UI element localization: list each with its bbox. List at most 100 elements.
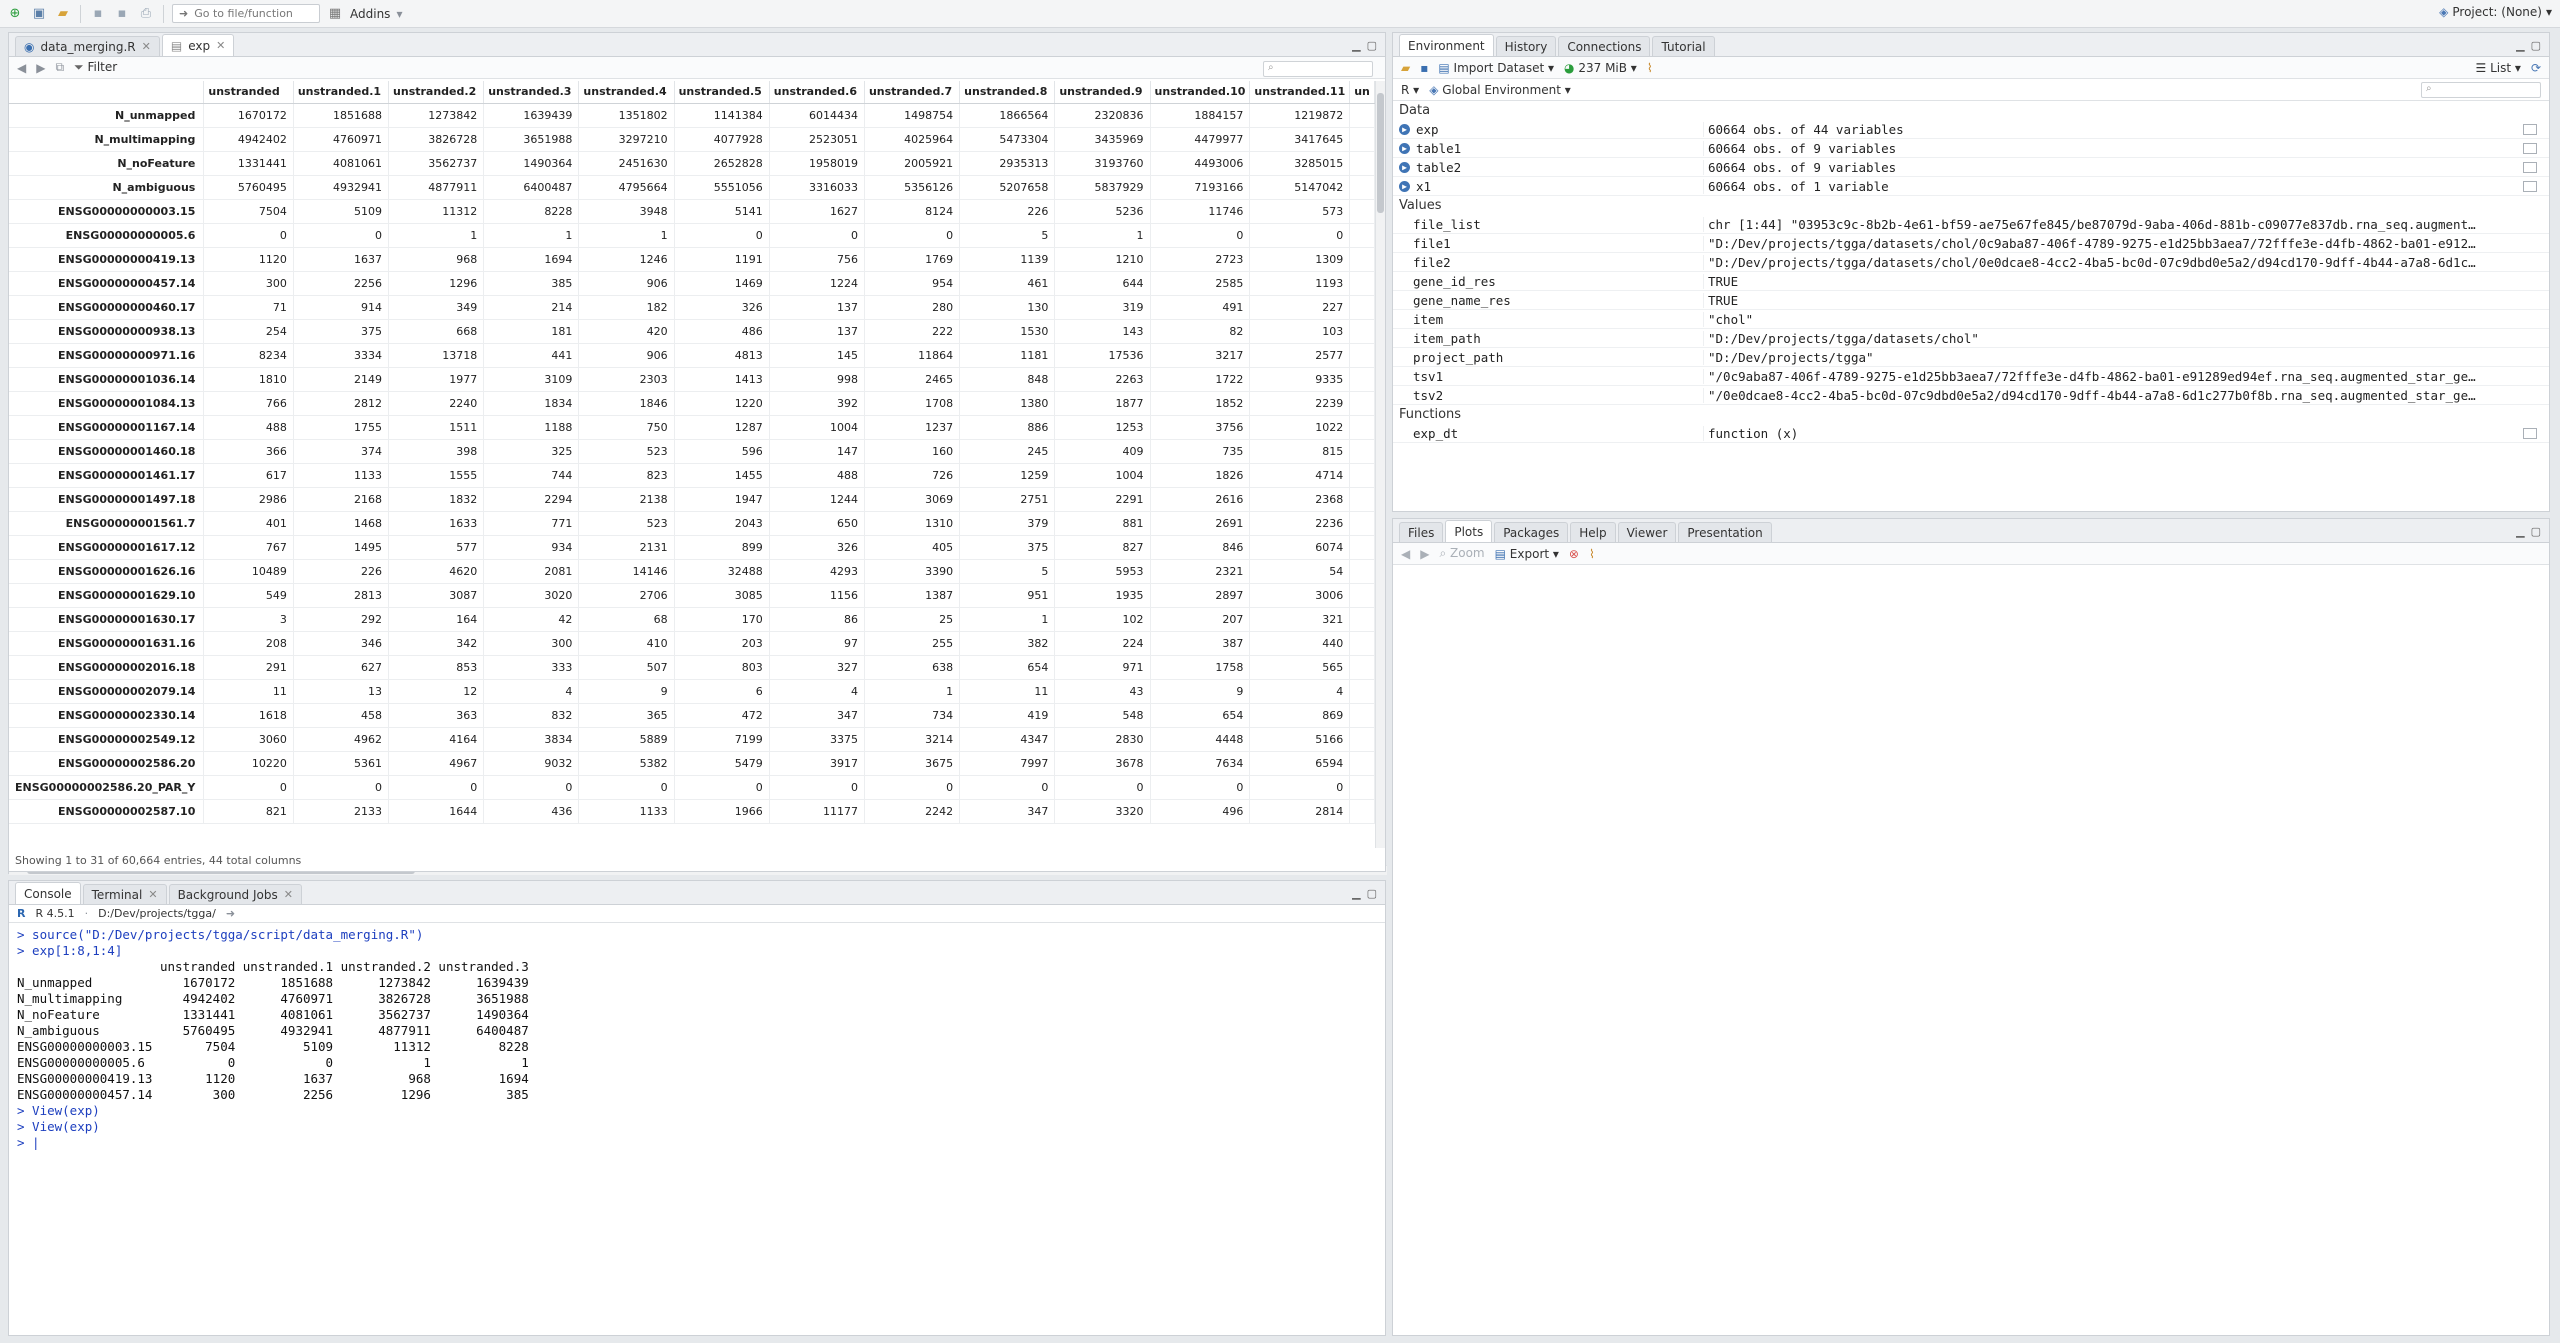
export-button[interactable]: ▤ Export ▾ bbox=[1495, 547, 1559, 561]
tab-console[interactable]: Console bbox=[15, 882, 81, 904]
column-header[interactable]: unstranded.5 bbox=[674, 81, 770, 104]
minimize-icon[interactable]: ▁ bbox=[2516, 39, 2524, 52]
environment-row[interactable]: gene_id_res TRUE bbox=[1393, 272, 2549, 291]
environment-row[interactable]: gene_name_res TRUE bbox=[1393, 291, 2549, 310]
environment-row[interactable]: file1 "D:/Dev/projects/tgga/datasets/chol… bbox=[1393, 234, 2549, 253]
view-data-icon[interactable] bbox=[2523, 142, 2537, 154]
scroll-thumb[interactable] bbox=[1377, 93, 1384, 213]
tab-tutorial[interactable]: Tutorial bbox=[1652, 36, 1715, 56]
tab-exp[interactable]: ▤ exp ✕ bbox=[161, 34, 235, 56]
broom-icon[interactable]: ⌇ bbox=[1647, 61, 1653, 75]
tab-history[interactable]: History bbox=[1495, 36, 1557, 56]
view-mode-menu[interactable]: ☰ List ▾ bbox=[2476, 61, 2521, 75]
environment-row[interactable]: project_path "D:/Dev/projects/tgga" bbox=[1393, 348, 2549, 367]
close-icon[interactable]: ✕ bbox=[216, 39, 225, 52]
tab-data-merging-r[interactable]: ◉ data_merging.R ✕ bbox=[15, 36, 160, 56]
view-data-icon[interactable] bbox=[2523, 123, 2537, 135]
tab-viewer[interactable]: Viewer bbox=[1617, 522, 1677, 542]
popout-icon[interactable]: ⧉ bbox=[55, 60, 64, 75]
environment-row[interactable]: item_path "D:/Dev/projects/tgga/datasets/… bbox=[1393, 329, 2549, 348]
scope-menu[interactable]: ◈ Global Environment ▾ bbox=[1429, 83, 1571, 97]
close-icon[interactable]: ✕ bbox=[284, 888, 293, 901]
grid-search-input[interactable]: ⌕ bbox=[1263, 61, 1373, 77]
close-icon[interactable]: ✕ bbox=[142, 40, 151, 53]
new-file-icon[interactable]: ⊕ bbox=[6, 5, 24, 23]
column-header[interactable]: unstranded.10 bbox=[1150, 81, 1251, 104]
environment-row[interactable]: exp_dt function (x) bbox=[1393, 424, 2549, 443]
tab-connections[interactable]: Connections bbox=[1558, 36, 1651, 56]
column-header[interactable]: unstranded.9 bbox=[1054, 81, 1151, 104]
environment-row[interactable]: tsv2 "/0e0dcae8-4cc2-4ba5-bc0d-07c9dbd0e5… bbox=[1393, 386, 2549, 405]
expand-icon[interactable]: ▶ bbox=[1399, 142, 1410, 154]
zoom-button[interactable]: ⌕ Zoom bbox=[1439, 546, 1484, 561]
environment-row[interactable]: ▶ x1 60664 obs. of 1 variable bbox=[1393, 177, 2549, 196]
goto-dir-icon[interactable]: ➜ bbox=[226, 907, 235, 920]
tab-plots[interactable]: Plots bbox=[1445, 520, 1493, 542]
tab-background-jobs[interactable]: Background Jobs ✕ bbox=[168, 884, 302, 904]
save-all-icon[interactable]: ▪ bbox=[113, 5, 131, 23]
column-header[interactable]: unstranded.8 bbox=[959, 81, 1056, 104]
save-workspace-icon[interactable]: ▪ bbox=[1420, 61, 1428, 75]
broom-icon[interactable]: ⌇ bbox=[1589, 547, 1595, 561]
minimize-icon[interactable]: ▁ bbox=[1352, 39, 1360, 52]
environment-row[interactable]: file_list chr [1:44] "03953c9c-8b2b-4e61-… bbox=[1393, 215, 2549, 234]
tab-presentation[interactable]: Presentation bbox=[1678, 522, 1772, 542]
environment-row[interactable]: tsv1 "/0c9aba87-406f-4789-9275-e1d25bb3ae… bbox=[1393, 367, 2549, 386]
row-name-header[interactable] bbox=[9, 81, 205, 104]
column-header[interactable]: unstranded.6 bbox=[769, 81, 865, 104]
tab-files[interactable]: Files bbox=[1399, 522, 1444, 542]
tab-terminal[interactable]: Terminal ✕ bbox=[82, 884, 167, 904]
vertical-scrollbar[interactable] bbox=[1375, 81, 1385, 865]
project-menu[interactable]: ◈ Project: (None) ▾ bbox=[2439, 5, 2552, 19]
forward-icon[interactable]: ▶ bbox=[36, 61, 45, 75]
refresh-icon[interactable]: ⟳ bbox=[2531, 61, 2541, 75]
grid-layout-icon[interactable]: ▦ bbox=[326, 5, 344, 23]
column-header[interactable]: unstranded.4 bbox=[578, 81, 675, 104]
expand-icon[interactable]: ▶ bbox=[1399, 180, 1410, 192]
column-header[interactable]: unstranded.11 bbox=[1249, 81, 1351, 104]
tab-environment[interactable]: Environment bbox=[1399, 34, 1494, 56]
filter-button[interactable]: ⏷ Filter bbox=[74, 60, 117, 75]
tab-help[interactable]: Help bbox=[1570, 522, 1616, 542]
column-header[interactable]: unstranded.3 bbox=[483, 81, 580, 104]
save-icon[interactable]: ▪ bbox=[89, 5, 107, 23]
open-file-icon[interactable]: ▰ bbox=[54, 5, 72, 23]
close-icon[interactable]: ✕ bbox=[148, 888, 157, 901]
expand-icon[interactable]: ▶ bbox=[1399, 123, 1410, 135]
new-project-icon[interactable]: ▣ bbox=[30, 5, 48, 23]
view-data-icon[interactable] bbox=[2523, 427, 2537, 439]
maximize-icon[interactable]: ▢ bbox=[1367, 39, 1377, 52]
environment-row[interactable]: file2 "D:/Dev/projects/tgga/datasets/chol… bbox=[1393, 253, 2549, 272]
maximize-icon[interactable]: ▢ bbox=[1367, 887, 1377, 900]
tab-packages[interactable]: Packages bbox=[1494, 522, 1569, 542]
memory-usage[interactable]: ◕ 237 MiB ▾ bbox=[1564, 61, 1637, 75]
environment-row[interactable]: item "chol" bbox=[1393, 310, 2549, 329]
environment-search-input[interactable]: ⌕ bbox=[2421, 81, 2541, 98]
import-dataset-button[interactable]: ▤ Import Dataset ▾ bbox=[1438, 61, 1554, 75]
remove-plot-icon[interactable]: ⊗ bbox=[1569, 547, 1579, 561]
back-icon[interactable]: ◀ bbox=[17, 61, 26, 75]
maximize-icon[interactable]: ▢ bbox=[2531, 525, 2541, 538]
goto-file-input[interactable]: ➜ Go to file/function bbox=[172, 4, 320, 23]
environment-row[interactable]: ▶ table1 60664 obs. of 9 variables bbox=[1393, 139, 2549, 158]
column-header[interactable]: unstranded bbox=[203, 81, 294, 104]
console-output[interactable]: > source("D:/Dev/projects/tgga/script/da… bbox=[9, 923, 1385, 1155]
minimize-icon[interactable]: ▁ bbox=[2516, 525, 2524, 538]
view-data-icon[interactable] bbox=[2523, 180, 2537, 192]
environment-row[interactable]: ▶ exp 60664 obs. of 44 variables bbox=[1393, 120, 2549, 139]
environment-row[interactable]: ▶ table2 60664 obs. of 9 variables bbox=[1393, 158, 2549, 177]
expand-icon[interactable]: ▶ bbox=[1399, 161, 1410, 173]
print-icon[interactable]: ⎙ bbox=[137, 5, 155, 23]
maximize-icon[interactable]: ▢ bbox=[2531, 39, 2541, 52]
column-header[interactable]: unstranded.7 bbox=[864, 81, 961, 104]
forward-icon[interactable]: ▶ bbox=[1420, 547, 1429, 561]
view-data-icon[interactable] bbox=[2523, 161, 2537, 173]
language-menu[interactable]: R ▾ bbox=[1401, 83, 1419, 97]
load-workspace-icon[interactable]: ▰ bbox=[1401, 61, 1410, 75]
back-icon[interactable]: ◀ bbox=[1401, 547, 1410, 561]
addins-menu[interactable]: Addins bbox=[350, 7, 390, 21]
column-header[interactable]: unstranded.2 bbox=[388, 81, 485, 104]
minimize-icon[interactable]: ▁ bbox=[1352, 887, 1360, 900]
column-header[interactable]: unstranded.1 bbox=[293, 81, 390, 104]
column-header[interactable]: un bbox=[1349, 81, 1375, 104]
